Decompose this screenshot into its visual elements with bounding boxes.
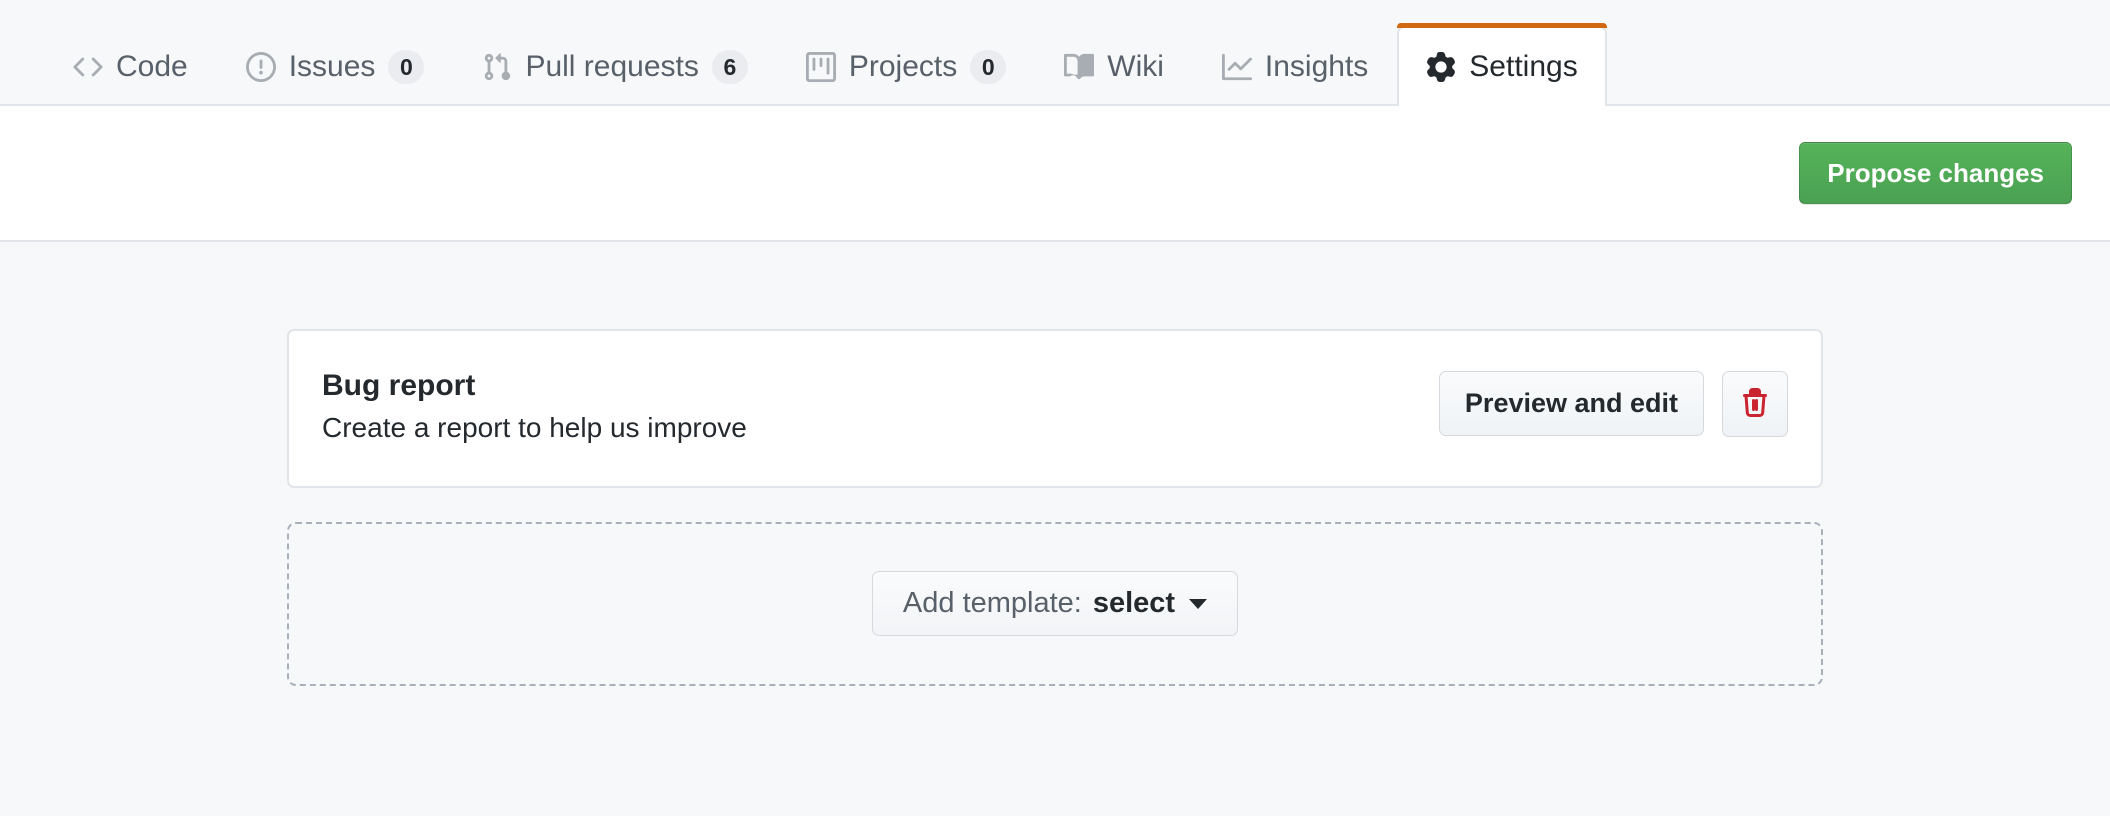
delete-template-button[interactable] [1722,371,1788,437]
propose-changes-button[interactable]: Propose changes [1799,142,2072,204]
book-icon [1064,52,1094,82]
action-bar: Propose changes [0,106,2110,242]
add-template-prefix-label: Add template: [903,589,1082,618]
tab-label: Code [116,52,188,82]
tab-counter: 0 [388,50,424,84]
template-name: Bug report [322,367,747,405]
template-card-actions: Preview and edit [1439,367,1788,437]
tab-label: Wiki [1107,52,1164,82]
tab-label: Pull requests [525,52,698,82]
caret-down-icon [1189,599,1207,609]
code-icon [73,52,103,82]
content-column: Bug report Create a report to help us im… [287,329,1823,686]
trash-icon [1739,388,1771,420]
add-template-select-button[interactable]: Add template: select [872,571,1238,636]
tab-issues[interactable]: Issues 0 [217,26,454,106]
tab-projects[interactable]: Projects 0 [777,26,1035,106]
tab-insights[interactable]: Insights [1193,26,1397,106]
git-pull-request-icon [482,52,512,82]
add-template-selected-value: select [1093,589,1175,618]
tab-settings[interactable]: Settings [1397,26,1606,106]
template-card: Bug report Create a report to help us im… [287,329,1823,488]
project-icon [806,52,836,82]
tab-label: Insights [1265,52,1368,82]
tab-label: Issues [289,52,376,82]
template-about: Create a report to help us improve [322,410,747,446]
tab-counter: 6 [712,50,748,84]
issue-opened-icon [246,52,276,82]
tab-label: Projects [849,52,957,82]
gear-icon [1426,52,1456,82]
tab-wiki[interactable]: Wiki [1035,26,1193,106]
preview-and-edit-button[interactable]: Preview and edit [1439,371,1704,436]
template-info: Bug report Create a report to help us im… [322,367,747,446]
repo-nav: Code Issues 0 Pull requests 6 Projects 0 [0,0,2110,106]
tab-pull-requests[interactable]: Pull requests 6 [453,26,776,106]
add-template-dropzone: Add template: select [287,522,1823,686]
tab-label: Settings [1469,52,1577,82]
tab-counter: 0 [970,50,1006,84]
graph-icon [1222,52,1252,82]
main-content: Bug report Create a report to help us im… [0,242,2110,816]
tab-code[interactable]: Code [44,26,217,106]
